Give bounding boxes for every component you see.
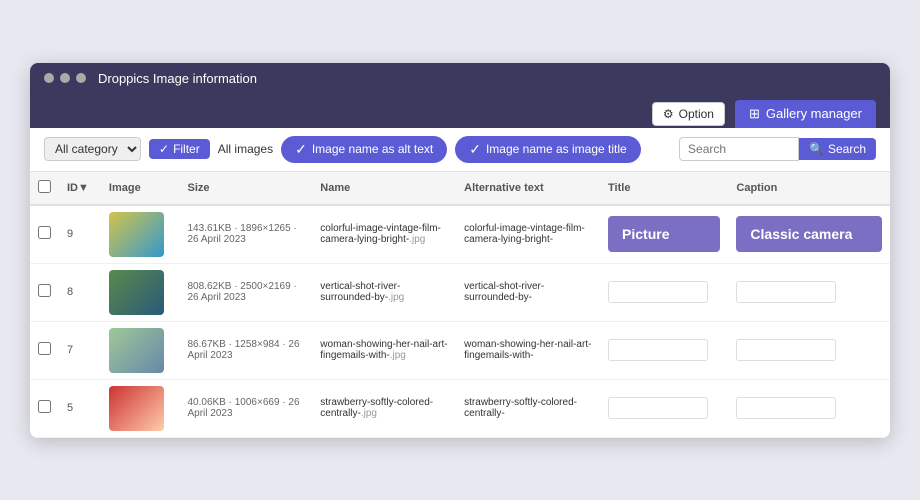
caption-input[interactable] — [736, 397, 836, 419]
cell-title[interactable] — [600, 263, 728, 321]
cell-size: 86.67KB · 1258×984 · 26 April 2023 — [179, 321, 312, 379]
search-box: 🔍 Search — [679, 137, 876, 161]
alt-text-toggle-button[interactable]: ✓ Image name as alt text — [281, 136, 447, 163]
checkmark-icon: ✓ — [295, 141, 307, 158]
dot-1 — [44, 73, 54, 83]
cell-image — [101, 205, 180, 264]
row-checkbox[interactable] — [38, 226, 51, 239]
title-input[interactable] — [608, 397, 708, 419]
col-name: Name — [312, 172, 456, 205]
search-input[interactable] — [679, 137, 799, 161]
col-size: Size — [179, 172, 312, 205]
image-table-container: ID▼ Image Size Name Alternative text Tit… — [30, 172, 890, 438]
cell-title[interactable]: Picture — [600, 205, 728, 264]
all-images-link[interactable]: All images — [218, 142, 273, 156]
cell-title[interactable] — [600, 321, 728, 379]
row-checkbox[interactable] — [38, 342, 51, 355]
cell-caption[interactable]: Classic camera — [728, 205, 890, 264]
cell-id: 8 — [59, 263, 101, 321]
toolbar: ⚙ Option ⊞ Gallery manager — [30, 94, 890, 128]
select-all-checkbox[interactable] — [38, 180, 51, 193]
image-thumbnail — [109, 270, 164, 315]
cell-image — [101, 379, 180, 437]
cell-id: 5 — [59, 379, 101, 437]
col-title: Title — [600, 172, 728, 205]
filter-bar: All category ✓ Filter All images ✓ Image… — [30, 128, 890, 172]
search-button[interactable]: 🔍 Search — [799, 138, 876, 160]
search-icon: 🔍 — [809, 142, 824, 156]
image-thumbnail — [109, 328, 164, 373]
cell-id: 9 — [59, 205, 101, 264]
cell-size: 808.62KB · 2500×2169 · 26 April 2023 — [179, 263, 312, 321]
gear-icon: ⚙ — [663, 107, 674, 121]
option-button[interactable]: ⚙ Option — [652, 102, 725, 126]
dot-2 — [60, 73, 70, 83]
row-checkbox[interactable] — [38, 284, 51, 297]
cell-name: vertical-shot-river-surrounded-by-.jpg — [312, 263, 456, 321]
cell-image — [101, 321, 180, 379]
cell-caption[interactable] — [728, 379, 890, 437]
table-body: 9143.61KB · 1896×1265 · 26 April 2023col… — [30, 205, 890, 438]
table-row: 9143.61KB · 1896×1265 · 26 April 2023col… — [30, 205, 890, 264]
category-select[interactable]: All category — [44, 137, 141, 161]
image-table: ID▼ Image Size Name Alternative text Tit… — [30, 172, 890, 438]
cell-alt-text: colorful-image-vintage-film-camera-lying… — [456, 205, 600, 264]
main-window: Droppics Image information ⚙ Option ⊞ Ga… — [30, 63, 890, 438]
cell-title[interactable] — [600, 379, 728, 437]
col-id: ID▼ — [59, 172, 101, 205]
window-title: Droppics Image information — [98, 71, 257, 86]
caption-input[interactable] — [736, 339, 836, 361]
table-header: ID▼ Image Size Name Alternative text Tit… — [30, 172, 890, 205]
caption-badge: Classic camera — [736, 216, 882, 252]
cell-name: woman-showing-her-nail-art-fingemails-wi… — [312, 321, 456, 379]
cell-name: colorful-image-vintage-film-camera-lying… — [312, 205, 456, 264]
checkmark-icon2: ✓ — [469, 141, 481, 158]
image-thumbnail — [109, 386, 164, 431]
table-row: 540.06KB · 1006×669 · 26 April 2023straw… — [30, 379, 890, 437]
col-caption: Caption — [728, 172, 890, 205]
row-checkbox[interactable] — [38, 400, 51, 413]
image-title-toggle-button[interactable]: ✓ Image name as image title — [455, 136, 640, 163]
title-input[interactable] — [608, 339, 708, 361]
filter-button[interactable]: ✓ Filter — [149, 139, 210, 159]
title-badge: Picture — [608, 216, 720, 252]
gallery-manager-button[interactable]: ⊞ Gallery manager — [735, 100, 876, 128]
cell-image — [101, 263, 180, 321]
dot-3 — [76, 73, 86, 83]
title-input[interactable] — [608, 281, 708, 303]
cell-id: 7 — [59, 321, 101, 379]
caption-input[interactable] — [736, 281, 836, 303]
col-alt: Alternative text — [456, 172, 600, 205]
col-image: Image — [101, 172, 180, 205]
cell-name: strawberry-softly-colored-centrally-.jpg — [312, 379, 456, 437]
check-icon: ✓ — [159, 142, 169, 156]
cell-alt-text: strawberry-softly-colored-centrally- — [456, 379, 600, 437]
title-bar: Droppics Image information — [30, 63, 890, 94]
table-row: 786.67KB · 1258×984 · 26 April 2023woman… — [30, 321, 890, 379]
grid-icon: ⊞ — [749, 106, 760, 122]
table-row: 8808.62KB · 2500×2169 · 26 April 2023ver… — [30, 263, 890, 321]
cell-caption[interactable] — [728, 263, 890, 321]
cell-alt-text: woman-showing-her-nail-art-fingemails-wi… — [456, 321, 600, 379]
cell-caption[interactable] — [728, 321, 890, 379]
cell-size: 40.06KB · 1006×669 · 26 April 2023 — [179, 379, 312, 437]
image-thumbnail — [109, 212, 164, 257]
cell-size: 143.61KB · 1896×1265 · 26 April 2023 — [179, 205, 312, 264]
cell-alt-text: vertical-shot-river-surrounded-by- — [456, 263, 600, 321]
